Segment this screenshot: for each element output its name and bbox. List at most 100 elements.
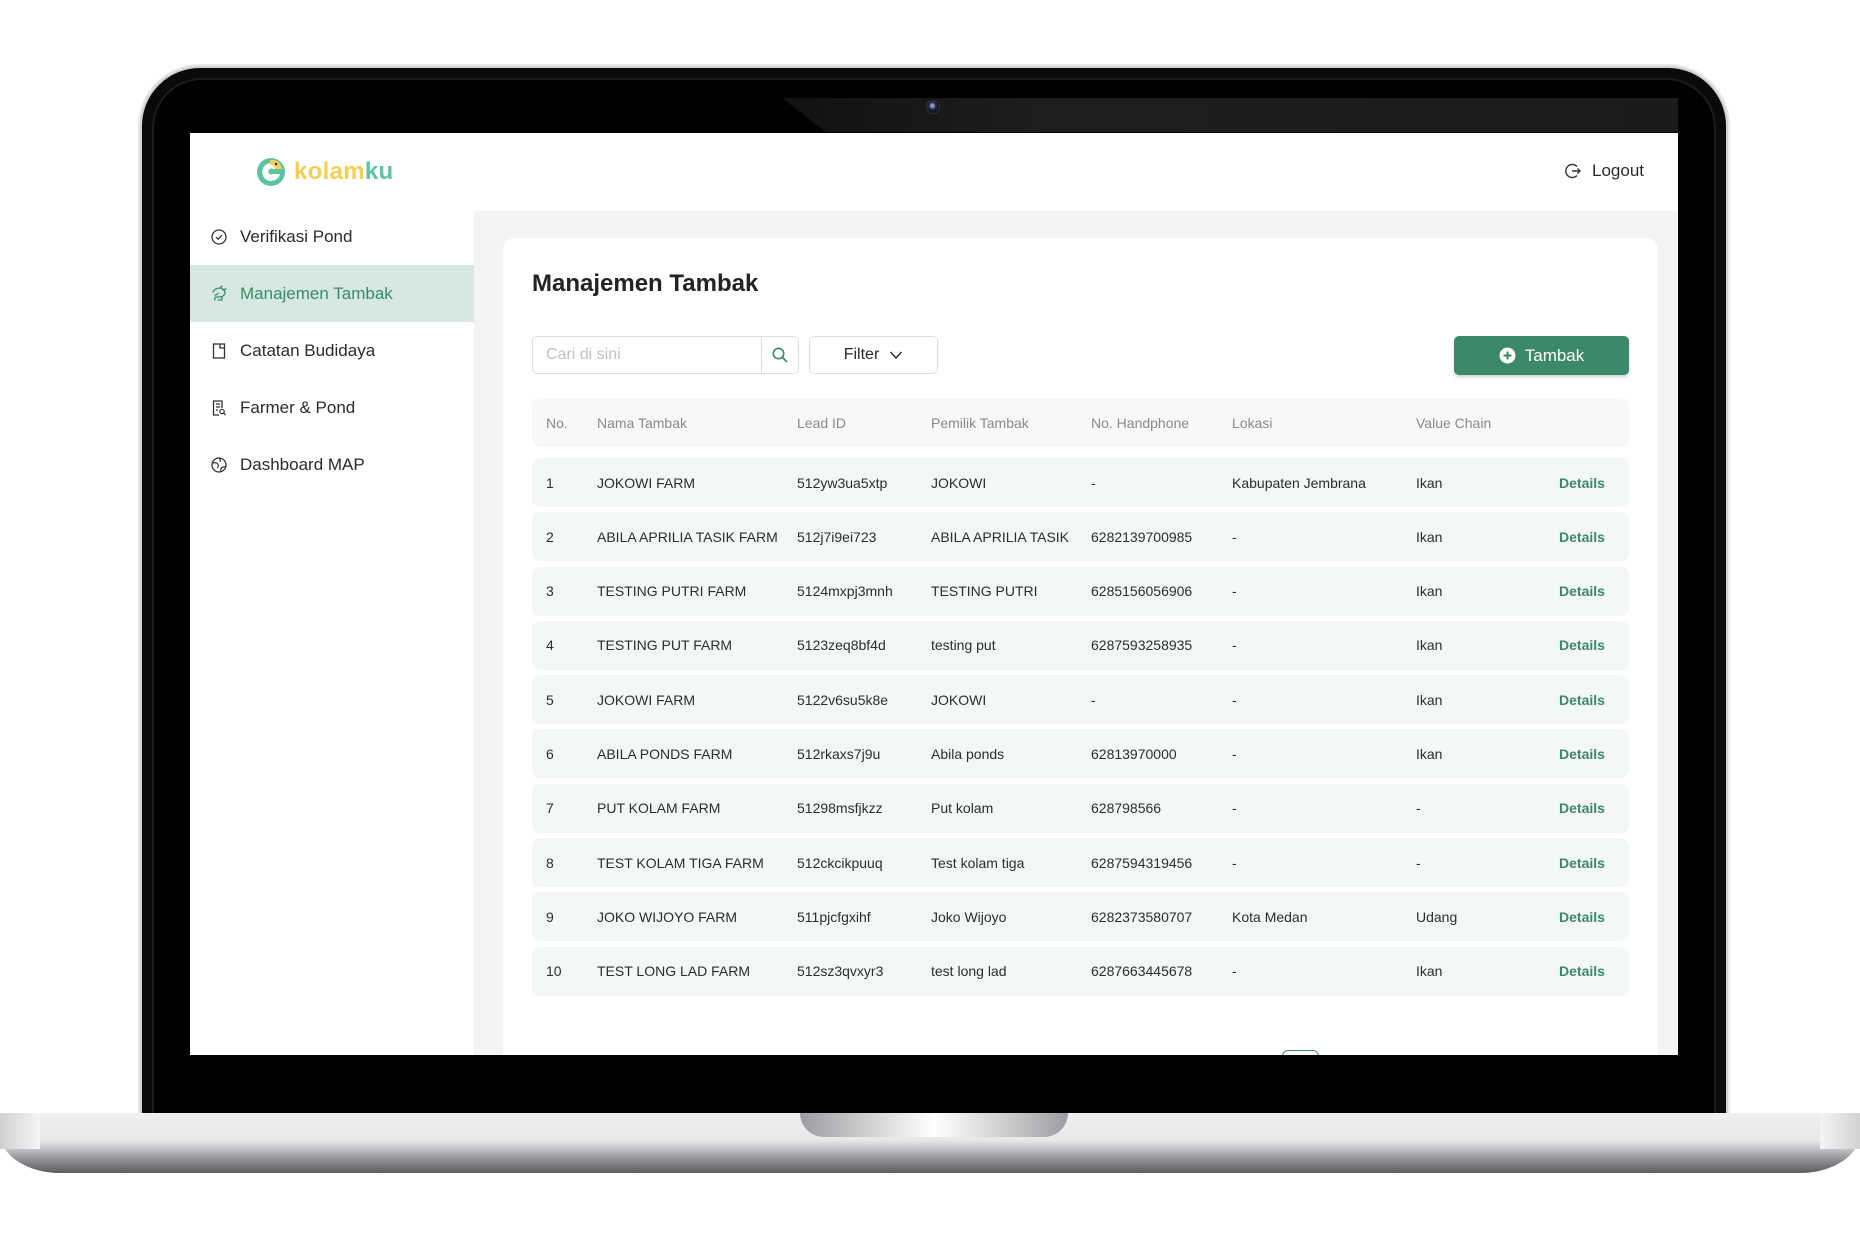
cell-value-chain: Ikan [1416, 474, 1443, 491]
page-button-3[interactable]: 3 [1371, 1050, 1418, 1055]
column-header-no: No. [546, 414, 568, 431]
details-link[interactable]: Details [1559, 800, 1605, 816]
cell-pemilik: TESTING PUTRI [931, 583, 1038, 600]
cell-handphone: 6285156056906 [1091, 583, 1193, 600]
cell-value-chain: Ikan [1416, 637, 1443, 654]
details-link[interactable]: Details [1559, 855, 1605, 871]
cell-no: 9 [546, 908, 554, 925]
cell-value-chain: Ikan [1416, 528, 1443, 545]
content-card: Manajemen Tambak Filter Tambak No. Nama … [503, 238, 1658, 1055]
cell-handphone: - [1091, 474, 1096, 491]
cell-action: Details [1535, 692, 1629, 708]
shrimp-icon [212, 284, 227, 301]
table-row[interactable]: 5 JOKOWI FARM 5122v6su5k8e JOKOWI - - Ikan Deta… [532, 675, 1629, 725]
table-row[interactable]: 2 ABILA APRILIA TASIK FARM 512j7i9ei723 ABI… [532, 512, 1629, 562]
logout-icon [1565, 163, 1581, 179]
filter-dropdown[interactable]: Filter [809, 336, 938, 374]
cell-nama-tambak: TEST KOLAM TIGA FARM [597, 854, 764, 871]
cell-action: Details [1535, 855, 1629, 871]
cell-lokasi: - [1232, 800, 1237, 817]
cell-lead-id: 5124mxpj3mnh [797, 583, 893, 600]
column-header-nama-tambak: Nama Tambak [597, 414, 688, 431]
prev-page-button[interactable] [1230, 1050, 1277, 1055]
cell-no: 4 [546, 637, 554, 654]
cell-pemilik: JOKOWI [931, 474, 987, 491]
details-link[interactable]: Details [1559, 909, 1605, 925]
logout-button[interactable]: Logout [1564, 161, 1644, 181]
logout-label: Logout [1592, 161, 1644, 180]
sidebar-item-verifikasi-pond[interactable]: Verifikasi Pond [190, 208, 474, 265]
table-row[interactable]: 10 TEST LONG LAD FARM 512sz3qvxyr3 test lon… [532, 946, 1629, 996]
filter-label: Filter [843, 346, 880, 363]
search-icon [772, 347, 788, 363]
details-link[interactable]: Details [1559, 746, 1605, 762]
table-row[interactable]: 4 TESTING PUT FARM 5123zeq8bf4d testing put… [532, 620, 1629, 670]
search-button[interactable] [761, 337, 798, 373]
cell-lokasi: - [1232, 583, 1237, 600]
details-link[interactable]: Details [1559, 475, 1605, 491]
table-row[interactable]: 7 PUT KOLAM FARM 51298msfjkzz Put kolam 6287… [532, 783, 1629, 833]
cell-handphone: 6282139700985 [1091, 528, 1193, 545]
cell-pemilik: Abila ponds [931, 745, 1005, 762]
add-tambak-button[interactable]: Tambak [1454, 336, 1629, 375]
cell-lokasi: Kabupaten Jembrana [1232, 474, 1366, 491]
laptop-base-edge-left [0, 1113, 40, 1149]
bezel-sheen [782, 98, 1678, 132]
sidebar-item-catatan-budidaya[interactable]: Catatan Budidaya [190, 322, 474, 379]
cell-value-chain: Udang [1416, 908, 1458, 925]
table-row[interactable]: 8 TEST KOLAM TIGA FARM 512ckcikpuuq Test ko… [532, 838, 1629, 888]
document-icon [212, 342, 226, 359]
next-page-button[interactable] [1606, 1050, 1653, 1055]
table-row[interactable]: 6 ABILA PONDS FARM 512rkaxs7j9u Abila ponds… [532, 729, 1629, 779]
cell-handphone: - [1091, 691, 1096, 708]
cell-pemilik: testing put [931, 637, 996, 654]
pagination: 1 2 3 4 5 ••• 53 [1230, 1050, 1653, 1055]
cell-value-chain: Ikan [1416, 691, 1443, 708]
page-button-4[interactable]: 4 [1418, 1050, 1465, 1055]
cell-pemilik: Test kolam tiga [931, 854, 1025, 871]
page-button-2[interactable]: 2 [1324, 1050, 1371, 1055]
cell-value-chain: Ikan [1416, 963, 1443, 980]
details-link[interactable]: Details [1559, 637, 1605, 653]
cell-action: Details [1535, 800, 1629, 816]
sidebar-nav: Verifikasi Pond Manajemen Tambak Catatan… [190, 208, 474, 493]
details-link[interactable]: Details [1559, 692, 1605, 708]
page-button-last[interactable]: 53 [1559, 1050, 1606, 1055]
laptop-notch [800, 1113, 1068, 1137]
cell-lokasi: - [1232, 963, 1237, 980]
sidebar-item-label: Manajemen Tambak [240, 283, 393, 303]
cell-action: Details [1535, 475, 1629, 491]
table-header: No. Nama Tambak Lead ID Pemilik Tambak N… [532, 398, 1629, 447]
sidebar-item-manajemen-tambak[interactable]: Manajemen Tambak [190, 265, 474, 322]
cell-value-chain: - [1416, 800, 1421, 817]
column-header-lead-id: Lead ID [797, 414, 847, 431]
sidebar-item-label: Catatan Budidaya [240, 340, 376, 360]
sidebar-item-farmer-pond[interactable]: Farmer & Pond [190, 379, 474, 436]
cell-nama-tambak: JOKOWI FARM [597, 474, 695, 491]
page-button-1[interactable]: 1 [1282, 1050, 1319, 1055]
details-link[interactable]: Details [1559, 529, 1605, 545]
cell-no: 6 [546, 745, 554, 762]
table-row[interactable]: 3 TESTING PUTRI FARM 5124mxpj3mnh TESTING P… [532, 566, 1629, 616]
details-link[interactable]: Details [1559, 963, 1605, 979]
cell-lead-id: 512ckcikpuuq [797, 854, 883, 871]
cell-nama-tambak: TESTING PUTRI FARM [597, 583, 747, 600]
sidebar: kolamku Verifikasi Pond Manajemen Tambak… [190, 133, 474, 1055]
cell-lead-id: 512rkaxs7j9u [797, 745, 881, 762]
cell-nama-tambak: JOKOWI FARM [597, 691, 695, 708]
cell-nama-tambak: ABILA APRILIA TASIK FARM [597, 528, 778, 545]
search-input[interactable] [533, 337, 761, 373]
cell-action: Details [1535, 583, 1629, 599]
chevron-down-icon [890, 351, 903, 360]
sidebar-item-dashboard-map[interactable]: Dashboard MAP [190, 436, 474, 493]
table-row[interactable]: 1 JOKOWI FARM 512yw3ua5xtp JOKOWI - Kabupaten… [532, 458, 1629, 507]
cell-action: Details [1535, 746, 1629, 762]
table-row[interactable]: 9 JOKO WIJOYO FARM 511pjcfgxihf Joko Wijoyo… [532, 892, 1629, 942]
details-link[interactable]: Details [1559, 583, 1605, 599]
page-button-5[interactable]: 5 [1465, 1050, 1512, 1055]
cell-no: 2 [546, 528, 554, 545]
brand-logo[interactable]: kolamku [256, 157, 393, 187]
cell-action: Details [1535, 637, 1629, 653]
cell-nama-tambak: PUT KOLAM FARM [597, 800, 721, 817]
pagination-ellipsis[interactable]: ••• [1512, 1050, 1559, 1055]
